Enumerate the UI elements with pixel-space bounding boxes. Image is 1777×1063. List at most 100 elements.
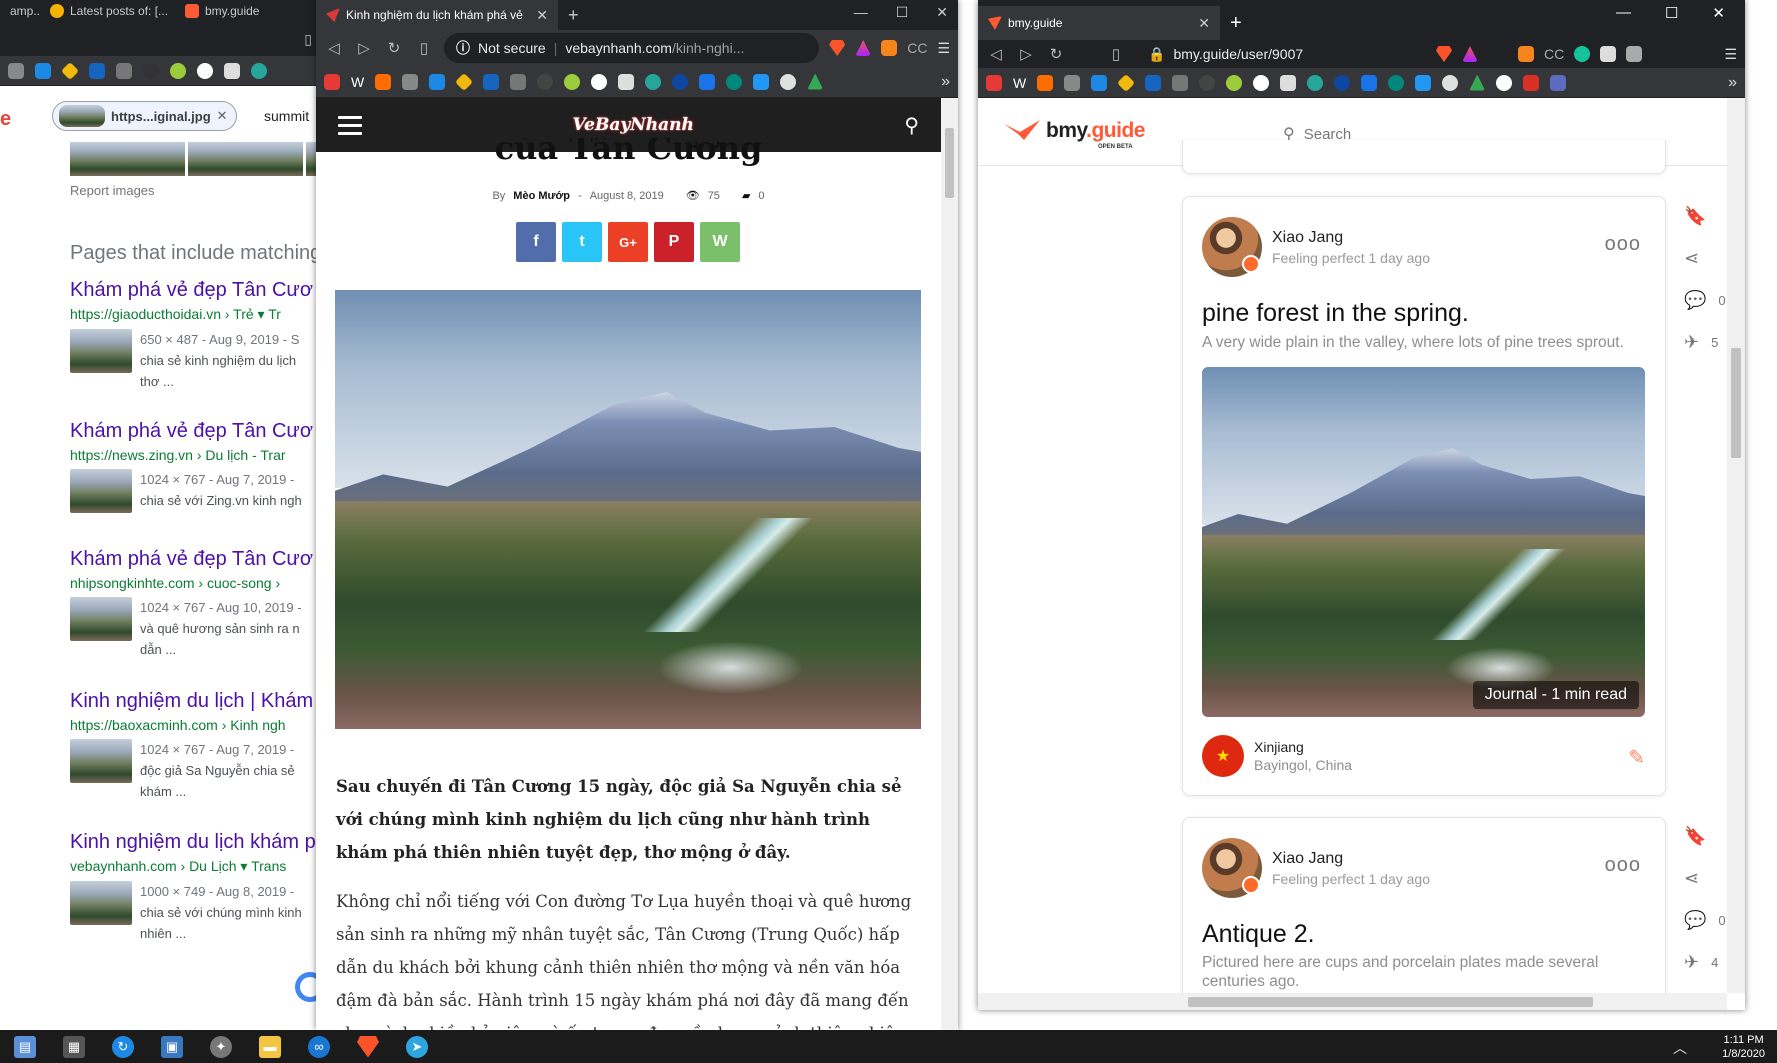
address-bar[interactable]: 🔒 bmy.guide/user/9007 (1136, 41, 1426, 67)
tab-bmy-guide[interactable]: bmy.guide ✕ (978, 6, 1220, 40)
result-url[interactable]: https://news.zing.vn › Du lịch - Trar (70, 447, 320, 463)
app-icon[interactable]: ∞ (308, 1035, 330, 1058)
tab-bmy-guide[interactable]: bmy.guide (175, 0, 305, 22)
journal-edit-icon[interactable]: ✎ (1628, 745, 1645, 770)
more-bookmarks-icon[interactable]: » (1728, 74, 1737, 92)
bookmark-icon[interactable] (564, 73, 581, 90)
bookmark-icon[interactable] (483, 73, 500, 90)
minimize-icon[interactable]: — (854, 4, 868, 21)
result-url[interactable]: https://giaoducthoidai.vn › Trẻ ▾ Tr (70, 306, 320, 323)
bmy-logo[interactable]: bmy.guide OPEN BETA (1002, 118, 1145, 150)
google-icon[interactable] (1496, 74, 1513, 91)
close-window-icon[interactable]: ✕ (1712, 4, 1725, 22)
result-title[interactable]: Khám phá vẻ đẹp Tân Cươ (70, 279, 320, 302)
like-action[interactable]: ✈ 4 (1684, 952, 1718, 972)
result-thumbnail[interactable] (70, 739, 132, 783)
bookmark-action[interactable]: 🔖 (1684, 206, 1706, 226)
bookmark-icon[interactable] (1253, 74, 1270, 91)
share-action[interactable]: ⋖ (1684, 868, 1699, 888)
bookmark-icon[interactable] (35, 62, 51, 79)
bookmark-icon[interactable] (170, 62, 186, 79)
pinterest-share-button[interactable]: P (654, 222, 694, 262)
brave-shield-icon[interactable] (1436, 46, 1452, 62)
bookmark-icon[interactable]: ▯ (1106, 45, 1126, 63)
bookmark-icon[interactable] (591, 73, 608, 90)
brave-rewards-icon[interactable] (1462, 46, 1478, 62)
maximize-icon[interactable]: ☐ (1665, 4, 1678, 22)
new-tab-button[interactable]: + (1220, 6, 1254, 40)
result-title[interactable]: Kinh nghiệm du lịch khám p (70, 831, 320, 854)
bookmark-icon[interactable] (753, 73, 770, 90)
whatsapp-share-button[interactable]: W (700, 222, 740, 262)
twitter-share-button[interactable]: t (562, 222, 602, 262)
app-icon[interactable]: ✦ (210, 1035, 232, 1058)
bookmark-icon[interactable] (1091, 74, 1108, 91)
bookmark-icon[interactable] (726, 73, 743, 90)
metamask-icon[interactable] (881, 40, 898, 56)
image-thumb[interactable] (188, 142, 303, 176)
menu-icon[interactable]: ☰ (937, 40, 950, 57)
result-title[interactable]: Khám phá vẻ đẹp Tân Cươ (70, 420, 320, 443)
post-title[interactable]: pine forest in the spring. (1202, 299, 1469, 328)
avatar[interactable] (1202, 838, 1262, 898)
site-logo[interactable]: VeBayNhanh (573, 115, 694, 135)
googleplus-share-button[interactable]: G+ (608, 222, 648, 262)
sync-icon[interactable]: ↻ (112, 1035, 134, 1058)
result-url[interactable]: vebaynhanh.com › Du Lịch ▾ Trans (70, 858, 320, 875)
bookmark-icon[interactable] (1361, 74, 1378, 91)
menu-icon[interactable]: ☰ (1724, 46, 1737, 63)
search-image-chip[interactable]: https...iginal.jpg ✕ (52, 101, 237, 131)
bookmark-icon[interactable] (402, 73, 419, 90)
post-image[interactable]: Journal - 1 min read (1202, 367, 1645, 717)
bookmark-icon[interactable] (672, 73, 689, 90)
extension-icon[interactable] (1626, 46, 1643, 62)
result-thumbnail[interactable] (70, 329, 132, 373)
bookmark-icon[interactable] (699, 73, 716, 90)
cc-icon[interactable]: CC (907, 40, 927, 56)
bookmark-icon[interactable] (429, 73, 446, 90)
bookmark-icon[interactable] (1172, 74, 1189, 91)
bookmark-icon[interactable] (224, 62, 240, 79)
file-explorer-icon[interactable]: ▬ (259, 1035, 281, 1058)
brave-browser-icon[interactable] (357, 1035, 379, 1058)
post-location[interactable]: ★ Xinjiang Bayingol, China (1202, 735, 1352, 777)
scrollbar[interactable] (941, 98, 958, 1030)
calculator-icon[interactable]: ▦ (63, 1035, 85, 1058)
close-icon[interactable]: ✕ (217, 108, 228, 124)
bookmark-icon[interactable] (143, 62, 159, 79)
author-name[interactable]: Xiao Jang (1272, 229, 1430, 247)
bookmark-icon[interactable] (1226, 74, 1243, 91)
tab-article[interactable]: Kinh nghiệm du lịch khám phá vẻ ✕ (316, 0, 558, 30)
hamburger-menu-icon[interactable] (338, 115, 362, 135)
comment-action[interactable]: 💬 0 (1684, 910, 1726, 930)
system-clock[interactable]: 1:11 PM 1/8/2020 (1722, 1033, 1765, 1061)
bookmark-icon[interactable]: ▯ (414, 39, 434, 57)
address-bar[interactable]: ⓘ Not secure | vebaynhanh.com/kinh-nghi.… (444, 33, 820, 63)
result-title[interactable]: Khám phá vẻ đẹp Tân Cươ (70, 548, 320, 571)
bookmark-icon[interactable] (618, 73, 635, 90)
app-icon[interactable]: ▣ (161, 1035, 183, 1058)
bookmark-icon[interactable] (375, 73, 392, 90)
more-options-icon[interactable]: ooo (1605, 854, 1641, 877)
search-input[interactable]: summit (264, 108, 309, 124)
gmail-icon[interactable] (1523, 74, 1540, 91)
scrollbar-thumb[interactable] (1188, 997, 1593, 1007)
author-name[interactable]: Xiao Jang (1272, 850, 1430, 868)
more-bookmarks-icon[interactable]: » (941, 73, 950, 91)
image-thumb[interactable] (70, 142, 185, 176)
post-author[interactable]: Xiao Jang Feeling perfect 1 day ago (1202, 838, 1430, 898)
binance-icon[interactable] (455, 72, 474, 91)
minimize-icon[interactable]: — (1616, 4, 1631, 22)
brave-shield-icon[interactable] (829, 40, 846, 56)
tray-chevron-icon[interactable]: ︿ (1673, 1038, 1687, 1058)
bookmark-icon[interactable] (1307, 74, 1324, 91)
tab-amp[interactable]: amp... (0, 0, 40, 22)
binance-icon[interactable] (60, 61, 80, 80)
post-card[interactable]: Xiao Jang Feeling perfect 1 day ago ooo … (1182, 817, 1666, 1010)
author-link[interactable]: Mèo Mướp (513, 190, 570, 202)
result-thumbnail[interactable] (70, 469, 132, 513)
forward-icon[interactable]: ▷ (354, 39, 374, 57)
bookmark-icon[interactable] (645, 73, 662, 90)
result-title[interactable]: Kinh nghiệm du lịch | Khám (70, 690, 320, 713)
result-thumbnail[interactable] (70, 881, 132, 925)
